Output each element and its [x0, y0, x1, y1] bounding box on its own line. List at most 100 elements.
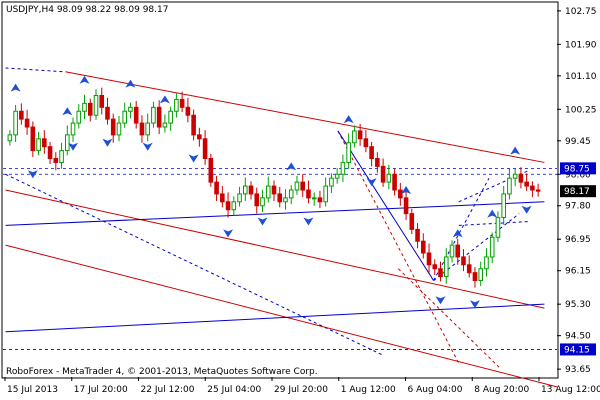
candle-body — [426, 252, 432, 266]
candle-body — [214, 181, 219, 195]
candle-body — [489, 236, 495, 258]
x-tick-label: 29 Jul 20:00 — [274, 385, 328, 395]
candle-body — [220, 193, 225, 203]
candle-body — [466, 264, 472, 274]
price-chart[interactable]: 102.75101.90101.10100.2599.4598.6097.809… — [0, 0, 600, 400]
x-tick-label: 1 Aug 12:00 — [341, 385, 396, 395]
candle-body — [156, 106, 162, 128]
candle-body — [271, 185, 277, 195]
candle-body — [7, 134, 13, 142]
y-tick-label: 102.75 — [565, 7, 597, 17]
price-level-label: 98.75 — [564, 164, 590, 174]
candle-body — [99, 95, 105, 108]
candle-body — [484, 256, 489, 270]
candle-body — [47, 146, 53, 160]
chart-root: 102.75 101.90 101.10 100.25 99.45 98.60 97.80 9… — [0, 0, 600, 400]
candle-body — [174, 98, 179, 112]
candle-body — [283, 197, 288, 203]
y-tick-label: 95.30 — [565, 300, 591, 310]
candle-body — [93, 95, 99, 116]
y-tick-label: 101.10 — [565, 72, 597, 82]
candle-body — [168, 110, 173, 124]
candle-body — [179, 98, 185, 108]
chart-title: USDJPY,H4 98.09 98.22 98.09 98.17 — [6, 5, 168, 15]
candle-body — [340, 161, 346, 175]
candle-body — [420, 240, 426, 254]
candle-body — [300, 181, 306, 191]
price-level-label: 94.15 — [564, 345, 590, 355]
x-tick-label: 8 Aug 20:00 — [474, 385, 529, 395]
candle-body — [202, 138, 208, 160]
candle-body — [122, 110, 128, 124]
y-tick-label: 101.90 — [565, 40, 597, 50]
candle-body — [231, 201, 237, 211]
plot-background — [0, 0, 600, 400]
candle-body — [208, 158, 214, 183]
candle-body — [59, 150, 64, 163]
candle-body — [392, 173, 397, 191]
y-tick-label: 96.15 — [565, 267, 591, 277]
x-tick-label: 22 Jul 12:00 — [141, 385, 195, 395]
candle-body — [357, 130, 363, 140]
candle-body — [36, 138, 41, 152]
y-tick-label: 94.50 — [565, 332, 591, 342]
candle-body — [70, 122, 76, 136]
candle-body — [133, 106, 139, 124]
candle-body — [472, 272, 478, 282]
candle-body — [352, 130, 357, 144]
candle-body — [306, 189, 311, 199]
candle-body — [329, 177, 334, 187]
candle-body — [64, 134, 70, 152]
candle-body — [254, 193, 260, 207]
candle-body — [24, 118, 30, 128]
candle-body — [323, 185, 328, 203]
candle-body — [449, 244, 455, 258]
candle-body — [185, 106, 191, 116]
candle-body — [76, 110, 82, 124]
candle-body — [42, 138, 47, 148]
candle-body — [288, 189, 294, 199]
candle-body — [105, 106, 110, 120]
candle-body — [363, 138, 369, 148]
candle-body — [294, 181, 300, 191]
candle-body — [518, 173, 524, 183]
candle-body — [260, 197, 265, 207]
candle-body — [242, 185, 248, 195]
candle-body — [128, 106, 133, 112]
candle-body — [512, 173, 518, 179]
y-tick-label: 99.45 — [565, 137, 591, 147]
candle-body — [478, 268, 484, 282]
candle-body — [346, 142, 351, 163]
candle-body — [277, 193, 283, 203]
candle-body — [265, 185, 271, 199]
copyright-text: RoboForex - MetaTrader 4, © 2001-2013, M… — [6, 367, 318, 377]
x-tick-label: 17 Jul 20:00 — [74, 385, 128, 395]
candle-body — [13, 110, 18, 136]
candle-body — [386, 173, 392, 183]
y-tick-label: 93.65 — [565, 365, 591, 375]
candle-body — [110, 118, 116, 136]
candle-body — [432, 264, 438, 270]
candle-body — [455, 244, 461, 258]
candle-body — [524, 181, 529, 187]
candle-body — [403, 197, 409, 215]
candle-body — [248, 185, 254, 195]
candle-body — [311, 197, 317, 200]
x-tick-label: 13 Aug 12:00 — [541, 385, 600, 395]
candle-body — [225, 201, 231, 211]
x-tick-label: 25 Jul 04:00 — [207, 385, 261, 395]
y-tick-label: 97.80 — [565, 202, 591, 212]
candle-body — [237, 193, 242, 203]
candle-body — [82, 102, 87, 112]
candle-body — [151, 106, 156, 124]
candle-body — [507, 177, 512, 195]
x-tick-label: 6 Aug 04:00 — [408, 385, 463, 395]
candle-body — [375, 158, 380, 167]
candle-body — [501, 193, 506, 219]
candle-body — [398, 189, 403, 199]
candle-body — [409, 213, 415, 230]
candle-body — [197, 134, 202, 140]
candle-body — [443, 256, 449, 278]
candle-body — [53, 158, 59, 163]
candle-body — [334, 173, 340, 179]
